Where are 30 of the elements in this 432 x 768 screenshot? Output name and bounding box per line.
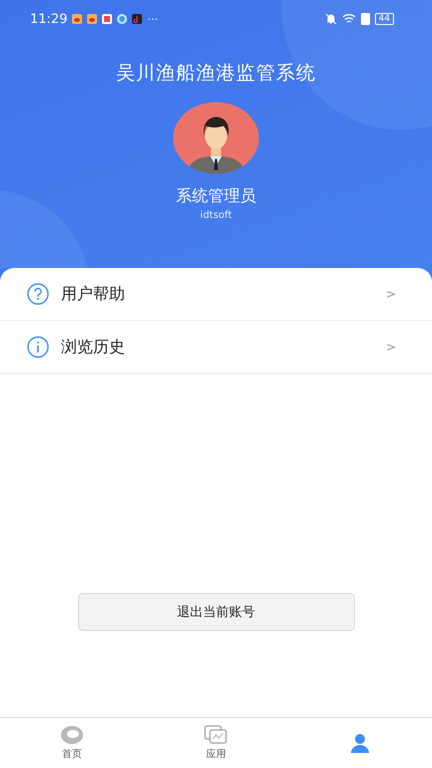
app-notification-icon <box>132 14 142 24</box>
info-icon <box>27 336 49 358</box>
menu-label: 用户帮助 <box>61 284 126 304</box>
nav-label: 首页 <box>62 748 82 761</box>
menu-item[interactable]: 用户帮助 > <box>0 268 432 321</box>
chart-window-icon <box>204 725 228 745</box>
nav-tab[interactable]: 首页 <box>0 718 144 768</box>
app-notification-icon <box>87 14 98 24</box>
mute-icon <box>324 13 337 25</box>
user-icon <box>348 733 372 753</box>
app-title: 吴川渔船渔港监管系统 <box>116 61 316 86</box>
app-notification-icon <box>117 14 128 24</box>
sim-icon <box>360 13 370 25</box>
help-icon <box>27 283 49 305</box>
nav-tab[interactable]: 应用 <box>144 718 288 768</box>
status-time: 11:29 <box>30 12 68 26</box>
menu-item[interactable]: 浏览历史 > <box>0 321 432 374</box>
chevron-glyph: > <box>386 340 396 354</box>
more-notifications: ··· <box>147 12 158 26</box>
logout-button[interactable]: 退出当前账号 <box>78 593 354 631</box>
swirl-icon <box>60 725 84 745</box>
wifi-icon <box>342 13 356 25</box>
chevron-glyph: > <box>386 287 396 301</box>
battery-indicator: 44 <box>374 13 394 25</box>
app-notification-icon <box>72 14 82 24</box>
user-id: idtsoft <box>200 210 232 221</box>
app-notification-icon <box>102 14 112 24</box>
menu-label: 浏览历史 <box>61 336 126 358</box>
user-name: 系统管理员 <box>176 186 256 207</box>
nav-label: 应用 <box>206 748 226 761</box>
